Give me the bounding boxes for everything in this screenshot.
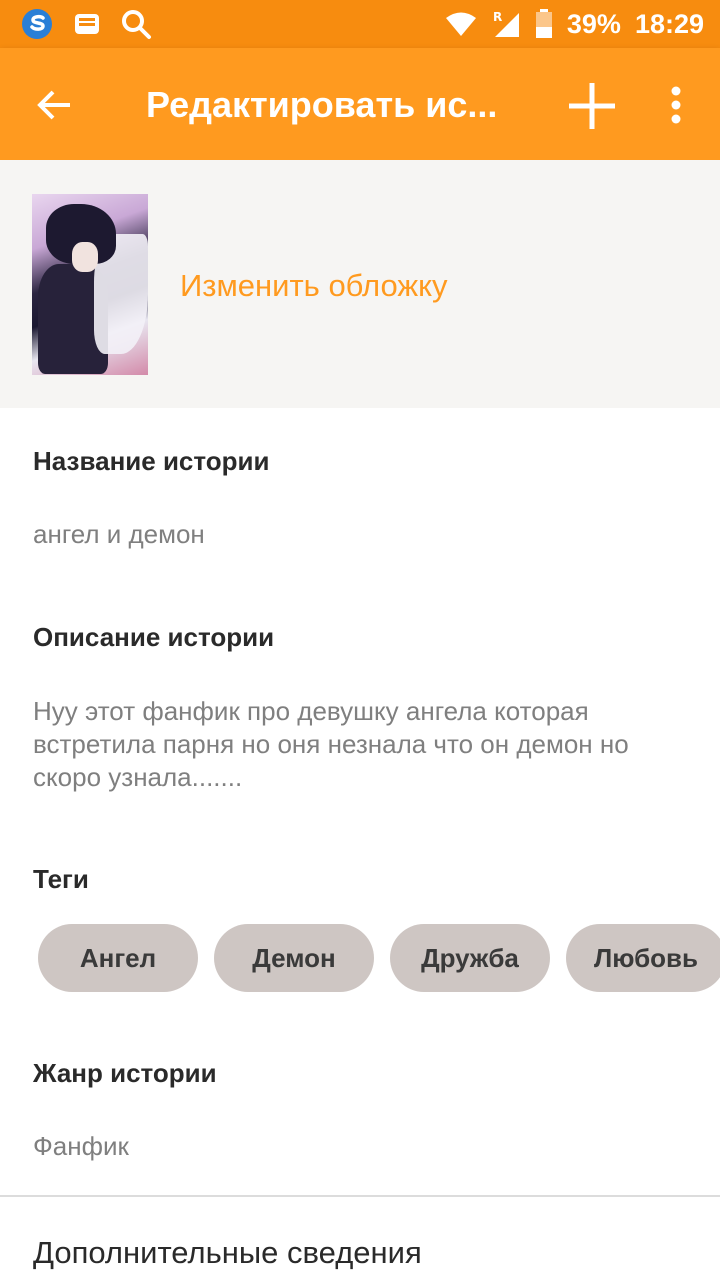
cover-section: Изменить обложку <box>0 160 720 408</box>
back-button[interactable] <box>30 80 80 130</box>
cover-image[interactable] <box>32 194 148 375</box>
battery-percent: 39% <box>566 8 621 39</box>
signal-icon: R <box>491 9 521 39</box>
divider <box>0 1195 720 1197</box>
additional-info-item[interactable]: Дополнительные сведения <box>33 1233 422 1273</box>
tag-chip[interactable]: Демон <box>214 924 374 992</box>
plus-icon <box>569 83 615 129</box>
s-app-icon <box>20 7 54 41</box>
back-arrow-icon <box>37 90 70 120</box>
description-line: Нуу этот фанфик про девушку ангела котор… <box>33 696 589 726</box>
search-icon <box>120 8 152 40</box>
genre-field[interactable]: Фанфик <box>33 1130 129 1163</box>
description-line: встретила парня но оня незнала что он де… <box>33 729 629 759</box>
genre-label: Жанр истории <box>33 1058 217 1088</box>
story-title-label: Название истории <box>33 446 270 476</box>
description-line: скоро узнала....... <box>33 762 243 792</box>
story-title-field[interactable]: ангел и демон <box>33 518 205 551</box>
add-button[interactable] <box>562 76 622 136</box>
inbox-icon <box>72 9 102 39</box>
overflow-menu-button[interactable] <box>656 80 696 130</box>
page-title: Редактировать ис... <box>146 84 498 125</box>
status-bar: R 39% 18:29 <box>0 0 720 48</box>
wifi-icon <box>445 11 477 37</box>
change-cover-button[interactable]: Изменить обложку <box>180 266 448 306</box>
clock: 18:29 <box>634 8 704 39</box>
svg-text:R: R <box>493 10 502 24</box>
tag-chip[interactable]: Любовь <box>566 924 720 992</box>
tag-chip[interactable]: Дружба <box>390 924 550 992</box>
more-vert-icon <box>671 86 681 124</box>
tags-label: Теги <box>33 864 89 894</box>
story-description-label: Описание истории <box>33 622 275 652</box>
app-bar: Редактировать ис... <box>0 48 720 160</box>
battery-icon <box>535 9 553 39</box>
tag-chip[interactable]: Ангел <box>38 924 198 992</box>
